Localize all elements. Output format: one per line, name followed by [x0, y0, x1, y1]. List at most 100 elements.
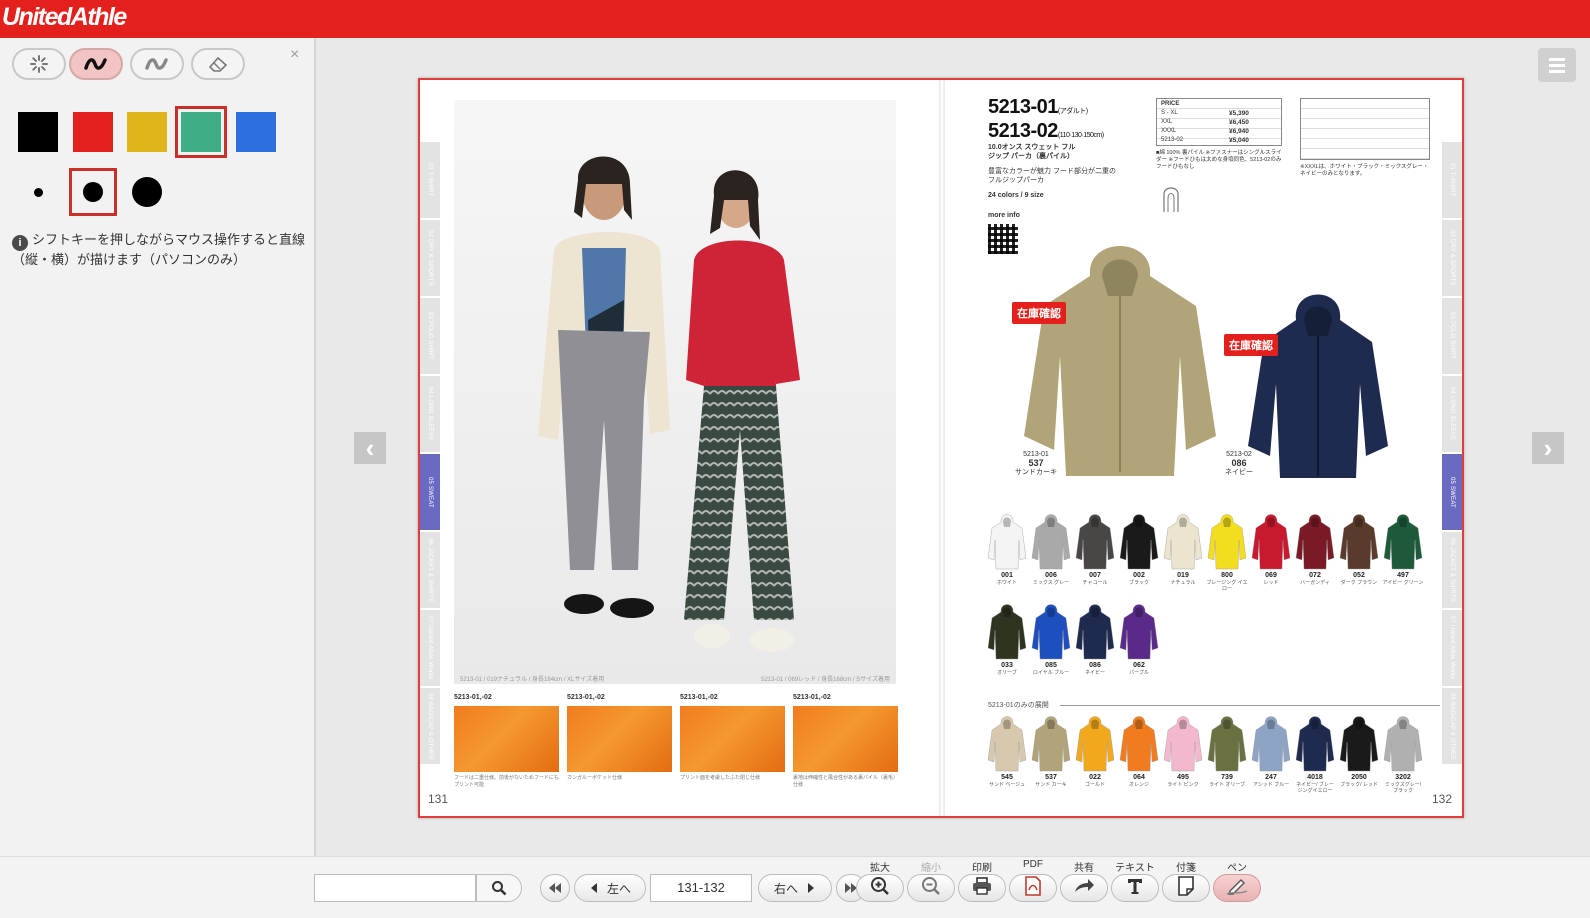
- color-swatch-item[interactable]: 247 アシッド ブルー: [1250, 714, 1292, 788]
- section-tab-left-8[interactable]: 08 BAG/CAP & OTHER: [420, 688, 440, 764]
- pen-size-small[interactable]: [14, 168, 62, 216]
- section-tab-left-2[interactable]: 02 DRY & SPORTS: [420, 220, 440, 296]
- pen-tool-button[interactable]: [69, 48, 123, 80]
- section-tab-left-5[interactable]: 05 SWEAT: [420, 454, 440, 530]
- zoom-out-button[interactable]: [907, 874, 955, 902]
- next-page-arrow[interactable]: ›: [1532, 432, 1564, 464]
- color-swatch-green[interactable]: [175, 106, 227, 158]
- color-swatch-item[interactable]: 064 オレンジ: [1118, 714, 1160, 788]
- color-swatch-item[interactable]: 072 バーガンディ: [1294, 512, 1336, 586]
- color-swatch-item[interactable]: 739 ライト オリーブ: [1206, 714, 1248, 788]
- color-swatch-red[interactable]: [73, 112, 113, 152]
- info-icon: i: [12, 235, 28, 251]
- page-number-field[interactable]: 131-132: [650, 874, 752, 902]
- section-tab-right-6[interactable]: 06 JACKET & SHIRTS: [1442, 532, 1462, 608]
- detail-title: 5213-01,-02: [793, 694, 831, 701]
- zoom-in-button[interactable]: [856, 874, 904, 902]
- qr-code[interactable]: [988, 224, 1018, 254]
- text-button[interactable]: [1111, 874, 1159, 902]
- hoodie-swatch-image: [1295, 512, 1335, 570]
- spinner-icon: [30, 55, 48, 73]
- toolbar-label: 印刷: [972, 863, 992, 874]
- color-swatch-item[interactable]: 537 サンド カーキ: [1030, 714, 1072, 788]
- next-page-button[interactable]: 右へ: [758, 874, 832, 902]
- first-page-button[interactable]: [540, 874, 570, 902]
- detail-photo-2: 5213-01,-02 カンガルーポケット仕様: [567, 694, 672, 782]
- color-swatch-item[interactable]: 086 ネイビー: [1074, 602, 1116, 676]
- color-swatch-item[interactable]: 006 ミックス グレー: [1030, 512, 1072, 586]
- color-swatch-black[interactable]: [18, 112, 58, 152]
- pdf-button[interactable]: [1009, 874, 1057, 902]
- color-swatch-item[interactable]: 022 ゴールド: [1074, 714, 1116, 788]
- detail-caption: フードは二重仕様。前後がないためフードにもプリント可能: [454, 775, 560, 788]
- section-tab-right-8[interactable]: 08 BAG/CAP & OTHER: [1442, 688, 1462, 764]
- swatch-name: ダーク ブラウン: [1340, 580, 1378, 586]
- sticky-note-button[interactable]: [1162, 874, 1210, 902]
- color-swatch-item[interactable]: 069 レッド: [1250, 512, 1292, 586]
- color-swatch-item[interactable]: 800 ブレージング イエロー: [1206, 512, 1248, 592]
- section-tab-right-7[interactable]: 07 United Athle Works: [1442, 610, 1462, 686]
- zoom-in-icon: [870, 876, 890, 901]
- color-swatch-item[interactable]: 545 サンド ベージュ: [986, 714, 1028, 788]
- share-button[interactable]: [1060, 874, 1108, 902]
- color-swatch-item[interactable]: 4018 ネイビー/ ブレージングイエロー: [1294, 714, 1336, 794]
- spinner-tool-button[interactable]: [12, 48, 66, 80]
- eraser-tool-button[interactable]: [191, 48, 245, 80]
- hoodie-swatch-image: [1207, 714, 1247, 772]
- left-arrow-icon: [590, 883, 597, 893]
- pen-size-large[interactable]: [123, 168, 171, 216]
- color-swatch-item[interactable]: 019 ナチュラル: [1162, 512, 1204, 586]
- section-tab-left-4[interactable]: 04 LONG SLEEVE: [420, 376, 440, 452]
- pen-size-medium[interactable]: [69, 168, 117, 216]
- color-swatch-item[interactable]: 007 チャコール: [1074, 512, 1116, 586]
- section-tab-right-1[interactable]: 01 T-SHIRT: [1442, 142, 1462, 218]
- stock-check-button-2[interactable]: 在庫確認: [1224, 334, 1278, 356]
- section-tab-left-6[interactable]: 06 JACKET & SHIRTS: [420, 532, 440, 608]
- search-input[interactable]: [314, 874, 476, 902]
- united-athle-logo[interactable]: UnitedAthle: [2, 3, 127, 32]
- section-tab-right-2[interactable]: 02 DRY & SPORTS: [1442, 220, 1462, 296]
- color-swatch-item[interactable]: 001 ホワイト: [986, 512, 1028, 586]
- section-tab-right-5[interactable]: 05 SWEAT: [1442, 454, 1462, 530]
- stock-check-button-1[interactable]: 在庫確認: [1012, 302, 1066, 324]
- swatch-number: 800: [1221, 572, 1233, 579]
- text-icon: [1126, 877, 1144, 900]
- featured-hoodie-navy: [1248, 294, 1388, 478]
- close-panel-icon[interactable]: ×: [290, 46, 299, 64]
- color-swatch-blue[interactable]: [236, 112, 276, 152]
- pdf-icon: [1025, 875, 1041, 901]
- color-swatch-item[interactable]: 497 アイビー グリーン: [1382, 512, 1424, 586]
- hamburger-menu-icon[interactable]: [1538, 48, 1576, 82]
- price-header: PRICE: [1161, 101, 1180, 107]
- section-tab-right-4[interactable]: 04 LONG SLEEVE: [1442, 376, 1462, 452]
- swatch-number: 006: [1045, 572, 1057, 579]
- swatch-number: 495: [1177, 774, 1189, 781]
- section-tab-left-3[interactable]: 03 POLO SHIRT: [420, 298, 440, 374]
- detail-image: [680, 706, 785, 772]
- color-swatch-item[interactable]: 085 ロイヤル ブルー: [1030, 602, 1072, 676]
- color-swatch-item[interactable]: 3202 ミックスグレー/ ブラック: [1382, 714, 1424, 794]
- swatch-number: 019: [1177, 572, 1189, 579]
- section-tab-left-1[interactable]: 01 T-SHIRT: [420, 142, 440, 218]
- color-swatch-item[interactable]: 002 ブラック: [1118, 512, 1160, 586]
- search-button[interactable]: [476, 874, 522, 902]
- marker-tool-button[interactable]: [130, 48, 184, 80]
- print-button[interactable]: [958, 874, 1006, 902]
- section-tab-right-3[interactable]: 03 POLO SHIRT: [1442, 298, 1462, 374]
- color-swatch-item[interactable]: 495 ライト ピンク: [1162, 714, 1204, 788]
- color-swatch-item[interactable]: 2050 ブラック/ レッド: [1338, 714, 1380, 788]
- swatch-name: ブラック: [1128, 580, 1149, 586]
- hoodie-swatch-image: [1031, 512, 1071, 570]
- pen-button[interactable]: [1213, 874, 1261, 902]
- section-tab-left-7[interactable]: 07 United Athle Works: [420, 610, 440, 686]
- swatch-number: 001: [1001, 572, 1013, 579]
- toolbar-label: 共有: [1074, 863, 1094, 874]
- prev-page-arrow[interactable]: ‹: [354, 432, 386, 464]
- swatch-number: 007: [1089, 572, 1101, 579]
- color-swatch-item[interactable]: 062 パープル: [1118, 602, 1160, 676]
- color-swatch-item[interactable]: 052 ダーク ブラウン: [1338, 512, 1380, 586]
- prev-page-button[interactable]: 左へ: [574, 874, 646, 902]
- photo-caption-right: 5213-01 / 069レッド / 身長168cm / Sサイズ着用: [761, 677, 890, 683]
- color-swatch-yellow[interactable]: [127, 112, 167, 152]
- color-swatch-item[interactable]: 033 オリーブ: [986, 602, 1028, 676]
